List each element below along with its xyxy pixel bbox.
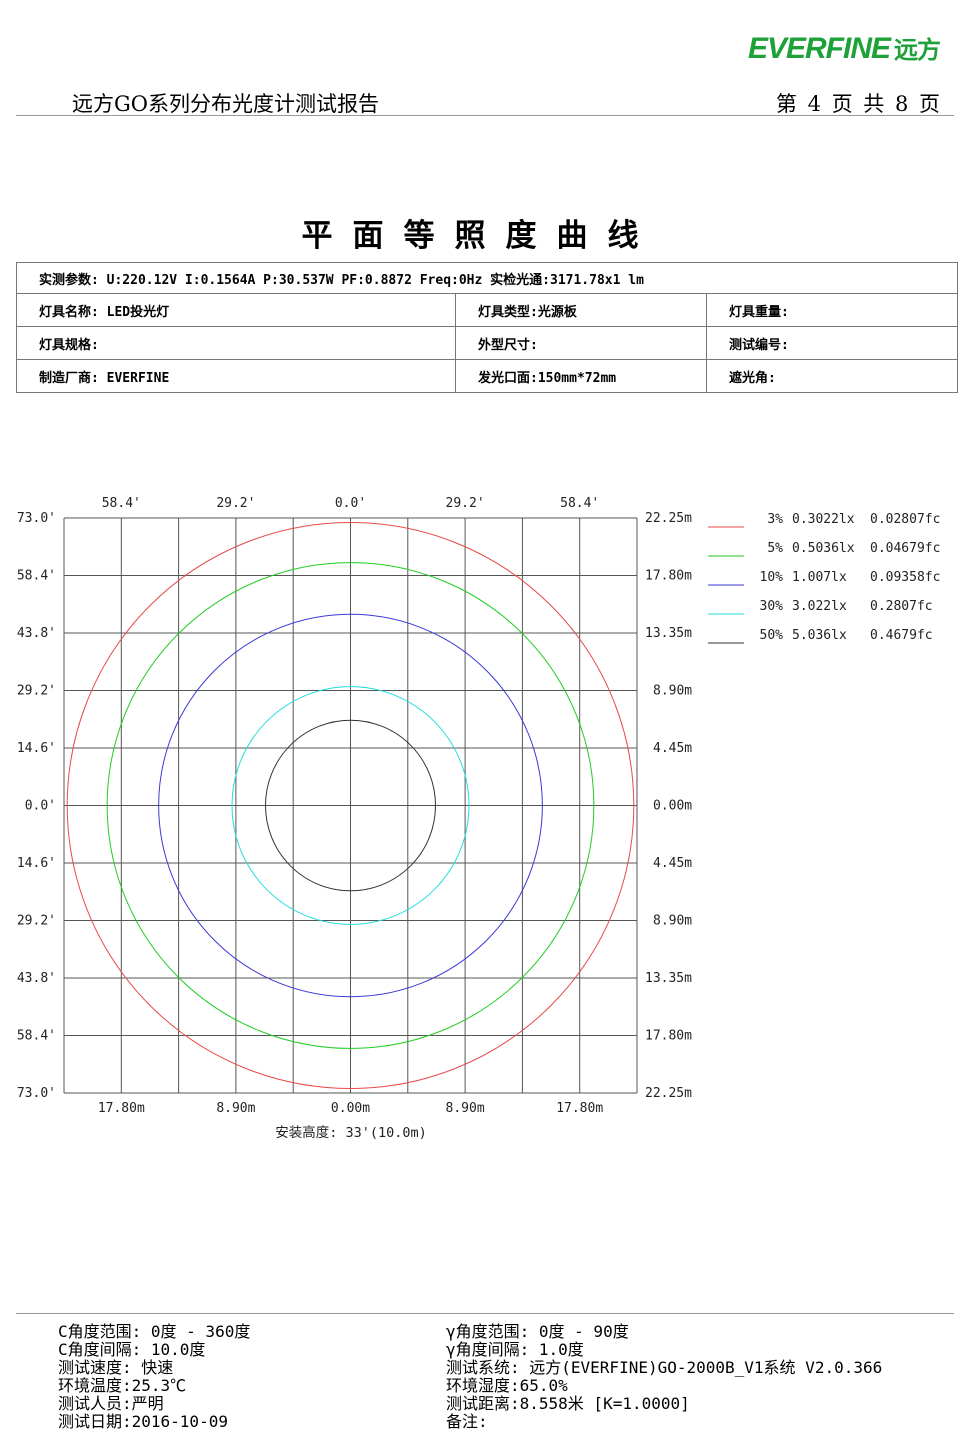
test-speed: 测试速度: 快速 (58, 1358, 174, 1377)
legend-lux: 1.007lx (792, 570, 847, 585)
y-left-tick-label: 73.0' (17, 1086, 56, 1101)
lamp-spec: 灯具规格: (16, 326, 456, 360)
c-angle-range: C角度范围: 0度 - 360度 (58, 1322, 251, 1341)
x-bottom-tick-label: 17.80m (98, 1101, 145, 1116)
legend-percent: 50% (760, 628, 784, 643)
legend-lux: 3.022lx (792, 599, 847, 614)
y-right-tick-label: 22.25m (645, 511, 692, 526)
legend-fc: 0.02807fc (870, 512, 940, 527)
x-top-tick-label: 29.2' (446, 496, 485, 511)
y-right-tick-label: 8.90m (653, 684, 692, 699)
measured-params: 实测参数: U:220.12V I:0.1564A P:30.537W PF:0… (16, 262, 958, 294)
y-left-tick-label: 14.6' (17, 856, 56, 871)
y-left-tick-label: 29.2' (17, 684, 56, 699)
y-right-tick-label: 22.25m (645, 1086, 692, 1101)
legend-lux: 0.3022lx (792, 512, 855, 527)
x-top-tick-label: 29.2' (216, 496, 255, 511)
footer-right: γ角度范围: 0度 - 90度 γ角度间隔: 1.0度 测试系统: 远方(EVE… (446, 1323, 882, 1431)
y-right-tick-label: 4.45m (653, 741, 692, 756)
legend-fc: 0.09358fc (870, 570, 940, 585)
gamma-angle-interval: γ角度间隔: 1.0度 (446, 1340, 584, 1359)
logo-cn-text: 远方 (894, 37, 941, 64)
gamma-angle-range: γ角度范围: 0度 - 90度 (446, 1322, 629, 1341)
x-bottom-tick-label: 0.00m (331, 1101, 370, 1116)
legend-percent: 5% (767, 541, 783, 556)
y-right-tick-label: 13.35m (645, 626, 692, 641)
table-row: 灯具规格: 外型尺寸: 测试编号: (16, 326, 958, 360)
lamp-weight: 灯具重量: (706, 293, 958, 327)
logo-text: EVERFINE (747, 32, 891, 65)
y-right-tick-label: 8.90m (653, 914, 692, 929)
shading-angle: 遮光角: (706, 359, 958, 393)
y-left-tick-label: 58.4' (17, 1029, 56, 1044)
legend-fc: 0.2807fc (870, 599, 933, 614)
lamp-type: 灯具类型:光源板 (455, 293, 707, 327)
tester: 测试人员:严明 (58, 1394, 164, 1413)
c-angle-interval: C角度间隔: 10.0度 (58, 1340, 206, 1359)
test-system: 测试系统: 远方(EVERFINE)GO-2000B_V1系统 V2.0.366 (446, 1358, 883, 1377)
test-distance: 测试距离:8.558米 [K=1.0000] (446, 1394, 690, 1413)
ambient-humidity: 环境湿度:65.0% (446, 1376, 568, 1395)
report-title: 远方GO系列分布光度计测试报告 (72, 92, 379, 116)
x-top-tick-label: 58.4' (102, 496, 141, 511)
legend-lux: 0.5036lx (792, 541, 855, 556)
legend-fc: 0.04679fc (870, 541, 940, 556)
legend-percent: 3% (767, 512, 783, 527)
x-bottom-tick-label: 8.90m (446, 1101, 485, 1116)
footer-left: C角度范围: 0度 - 360度 C角度间隔: 10.0度 测试速度: 快速 环… (58, 1323, 250, 1431)
y-left-tick-label: 29.2' (17, 914, 56, 929)
y-right-tick-label: 17.80m (645, 569, 692, 584)
y-left-tick-label: 43.8' (17, 626, 56, 641)
page-title: 平面等照度曲线 (301, 218, 659, 254)
test-date: 测试日期:2016-10-09 (58, 1412, 228, 1431)
y-left-tick-label: 14.6' (17, 741, 56, 756)
table-row: 灯具名称: LED投光灯 灯具类型:光源板 灯具重量: (16, 293, 958, 327)
y-left-tick-label: 58.4' (17, 569, 56, 584)
x-bottom-tick-label: 8.90m (216, 1101, 255, 1116)
y-left-tick-label: 43.8' (17, 971, 56, 986)
everfine-logo: EVERFINE 远方 (747, 30, 941, 66)
manufacturer: 制造厂商: EVERFINE (16, 359, 456, 393)
page-indicator: 第 4 页 共 8 页 (775, 92, 942, 116)
ambient-temperature: 环境温度:25.3℃ (58, 1376, 187, 1395)
legend-fc: 0.4679fc (870, 628, 933, 643)
legend-lux: 5.036lx (792, 628, 847, 643)
y-left-tick-label: 0.0' (25, 799, 56, 814)
y-right-tick-label: 0.00m (653, 799, 692, 814)
legend-percent: 30% (760, 599, 784, 614)
lamp-name: 灯具名称: LED投光灯 (16, 293, 456, 327)
y-right-tick-label: 17.80m (645, 1029, 692, 1044)
table-row: 实测参数: U:220.12V I:0.1564A P:30.537W PF:0… (16, 262, 958, 294)
header-divider (16, 115, 954, 116)
y-left-tick-label: 73.0' (17, 511, 56, 526)
dimension: 外型尺寸: (455, 326, 707, 360)
y-right-tick-label: 4.45m (653, 856, 692, 871)
test-number: 测试编号: (706, 326, 958, 360)
remarks: 备注: (446, 1412, 488, 1431)
x-top-tick-label: 0.0' (335, 496, 366, 511)
emitting-face: 发光口面:150mm*72mm (455, 359, 707, 393)
isolux-chart: 58.4' 29.2' 0.0' 29.2' 58.4' 17.80m 8.90m 0.00m… (17, 496, 941, 1141)
y-right-tick-label: 13.35m (645, 971, 692, 986)
table-row: 制造厂商: EVERFINE 发光口面:150mm*72mm 遮光角: (16, 359, 958, 393)
legend-percent: 10% (760, 570, 784, 585)
lamp-info-table: 实测参数: U:220.12V I:0.1564A P:30.537W PF:0… (16, 262, 958, 393)
x-top-tick-label: 58.4' (560, 496, 599, 511)
footer-divider (16, 1313, 954, 1314)
mounting-height-caption: 安装高度: 33'(10.0m) (275, 1124, 427, 1141)
x-bottom-tick-label: 17.80m (556, 1101, 603, 1116)
